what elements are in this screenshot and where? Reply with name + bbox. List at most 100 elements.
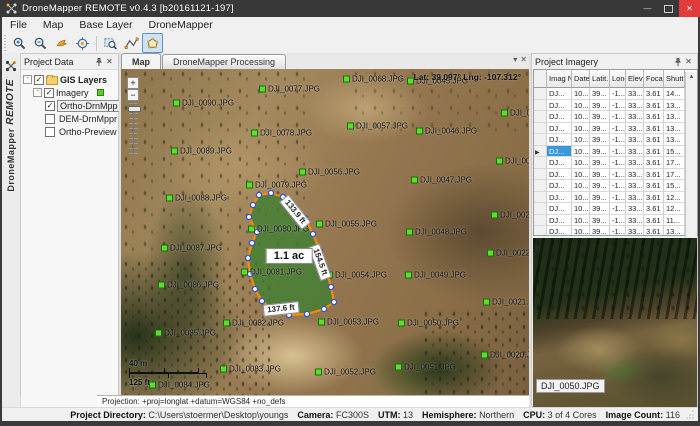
checkbox-checked-icon[interactable]: ✓ [34, 75, 44, 85]
cell-image-name[interactable]: DJ... [547, 215, 572, 227]
image-marker[interactable]: DJI_0047.JPG [411, 176, 472, 185]
image-marker[interactable]: DJI_0048.JPG [406, 228, 467, 237]
table-row[interactable]: ▶ DJ... 10... 39... -1... 33... 3.61 15.… [534, 146, 697, 158]
map-viewport[interactable]: DJI_0090.JPG DJI_0077.JPG DJI_0068.JPG D… [121, 69, 529, 395]
measure-polygon-svg[interactable] [121, 69, 529, 395]
image-marker[interactable]: DJI_0083.JPG [220, 365, 281, 374]
cell-image-name[interactable]: DJ... [547, 157, 572, 169]
column-header[interactable]: Long [610, 70, 626, 88]
table-row[interactable]: ▶ DJ... 10... 39... -1... 33... 3.61 11.… [534, 215, 697, 227]
tree-layer-item[interactable]: ✓ DEM-DrnMppr [45, 112, 116, 125]
measure-area-button[interactable] [142, 33, 163, 53]
image-marker[interactable]: DJI_0021.JPG [483, 298, 529, 307]
column-header[interactable]: Foca Leng [644, 70, 664, 88]
row-selector[interactable]: ▶ [534, 169, 547, 181]
cell-image-name[interactable]: DJ... [547, 180, 572, 192]
image-marker[interactable]: DJI_0088.JPG [166, 194, 227, 203]
column-header[interactable]: Imag Nam [547, 70, 572, 88]
row-selector[interactable]: ▶ [534, 123, 547, 135]
image-marker[interactable]: DJI_0046.JPG [416, 127, 477, 136]
image-marker[interactable]: DJI_0087.JPG [161, 244, 222, 253]
image-marker[interactable]: DJI_0051.JPG [395, 363, 456, 372]
cell-image-name[interactable]: DJ... [547, 100, 572, 112]
resize-grip[interactable] [686, 410, 695, 419]
image-marker[interactable]: DJI_0022.JP [487, 249, 529, 258]
zoom-extent-button[interactable] [72, 33, 93, 53]
pan-button[interactable] [51, 33, 72, 53]
cell-image-name[interactable]: DJ... [547, 111, 572, 123]
row-selector[interactable]: ▶ [534, 157, 547, 169]
table-row[interactable]: ▶ DJ... 10... 39... -1... 33... 3.61 13.… [534, 100, 697, 112]
table-row[interactable]: ▶ DJ... 10... 39... -1... 33... 3.61 13.… [534, 226, 697, 236]
table-row[interactable]: ▶ DJ... 10... 39... -1... 33... 3.61 13.… [534, 123, 697, 135]
close-icon[interactable]: ✕ [683, 56, 694, 67]
image-marker[interactable]: DJI_0081.JPG [241, 268, 302, 277]
close-icon[interactable]: ✕ [104, 56, 115, 67]
row-selector[interactable]: ▶ [534, 203, 547, 215]
table-row[interactable]: ▶ DJ... 10... 39... -1... 33... 3.61 17.… [534, 169, 697, 181]
row-selector[interactable]: ▶ [534, 111, 547, 123]
zoom-out-button[interactable] [30, 33, 51, 53]
menu-item[interactable]: Map [35, 17, 71, 33]
table-row[interactable]: ▶ DJ... 10... 39... -1... 33... 3.61 17.… [534, 157, 697, 169]
toolbar-grip[interactable] [4, 35, 6, 51]
image-marker[interactable]: DJI_0090.JPG [173, 99, 234, 108]
image-marker[interactable]: DJI_0049.JPG [405, 271, 466, 280]
image-marker[interactable]: DJI_0050.JPG [398, 319, 459, 328]
menu-item[interactable]: DroneMapper [140, 17, 220, 33]
layer-checkbox[interactable]: ✓ [45, 127, 55, 137]
image-marker[interactable]: DJI_0086.JPG [158, 281, 219, 290]
row-selector[interactable]: ▶ [534, 146, 547, 158]
measure-distance-button[interactable] [121, 33, 142, 53]
image-marker[interactable]: DJI_0056.JPG [299, 168, 360, 177]
row-selector[interactable]: ▶ [534, 134, 547, 146]
document-tab[interactable]: Map [121, 53, 161, 69]
cell-image-name[interactable]: DJ... [547, 146, 572, 158]
cell-image-name[interactable]: DJ... [547, 134, 572, 146]
image-marker[interactable]: DJI_0023.J [491, 211, 529, 220]
cell-image-name[interactable]: DJ... [547, 203, 572, 215]
table-row[interactable]: ▶ DJ... 10... 39... -1... 33... 3.61 15.… [534, 180, 697, 192]
layer-checkbox[interactable]: ✓ [45, 114, 55, 124]
row-selector[interactable]: ▶ [534, 180, 547, 192]
scroll-up-icon[interactable]: ▲ [686, 72, 697, 82]
table-row[interactable]: ▶ DJ... 10... 39... -1... 33... 3.61 13.… [534, 134, 697, 146]
minimize-button[interactable]: — [637, 0, 658, 17]
tree-root-gis-layers[interactable]: - ✓ GIS Layers [23, 73, 116, 86]
zoom-selection-button[interactable] [100, 33, 121, 53]
collapse-icon[interactable]: - [23, 75, 32, 84]
zoom-slider-thumb[interactable] [128, 106, 141, 112]
cell-image-name[interactable]: DJ... [547, 88, 572, 100]
image-marker[interactable]: DJI_0055.JPG [316, 220, 377, 229]
cell-image-name[interactable]: DJ... [547, 123, 572, 135]
column-header[interactable]: Shutt Spee [664, 70, 685, 88]
chevron-down-icon[interactable]: ▾ [513, 55, 517, 64]
image-marker[interactable]: DJI_0052.JPG [315, 368, 376, 377]
column-header[interactable]: Latit. [590, 70, 610, 88]
table-row[interactable]: ▶ DJ... 10... 39... -1... 33... 3.61 13.… [534, 111, 697, 123]
image-marker[interactable]: DJI_0024 [496, 157, 529, 166]
row-selector[interactable]: ▶ [534, 192, 547, 204]
cell-image-name[interactable]: DJ... [547, 192, 572, 204]
row-selector[interactable]: ▶ [534, 215, 547, 227]
close-button[interactable]: ✕ [679, 0, 700, 17]
zoom-slider[interactable] [129, 103, 138, 155]
cell-image-name[interactable]: DJ... [547, 226, 572, 236]
close-icon[interactable]: ✕ [520, 55, 527, 64]
zoom-in-map-button[interactable]: + [127, 77, 139, 89]
tree-layer-item[interactable]: ✓ Ortho-DrnMpp [45, 99, 116, 112]
row-selector[interactable]: ▶ [534, 88, 547, 100]
image-marker[interactable]: DJI_002 [501, 109, 529, 118]
image-marker[interactable]: DJI_0057.JPG [347, 122, 408, 131]
column-header[interactable]: Date [572, 70, 590, 88]
menu-item[interactable]: File [2, 17, 35, 33]
column-header[interactable] [534, 70, 547, 88]
menu-item[interactable]: Base Layer [71, 17, 140, 33]
tree-group-imagery[interactable]: - ✓ Imagery [33, 86, 116, 99]
row-selector[interactable]: ▶ [534, 226, 547, 236]
zoom-out-map-button[interactable]: − [127, 89, 139, 101]
table-row[interactable]: ▶ DJ... 10... 39... -1... 33... 3.61 14.… [534, 88, 697, 100]
image-marker[interactable]: DJI_0078.JPG [251, 129, 312, 138]
image-marker[interactable]: DJI_0089.JPG [171, 147, 232, 156]
checkbox-checked-icon[interactable]: ✓ [44, 88, 54, 98]
